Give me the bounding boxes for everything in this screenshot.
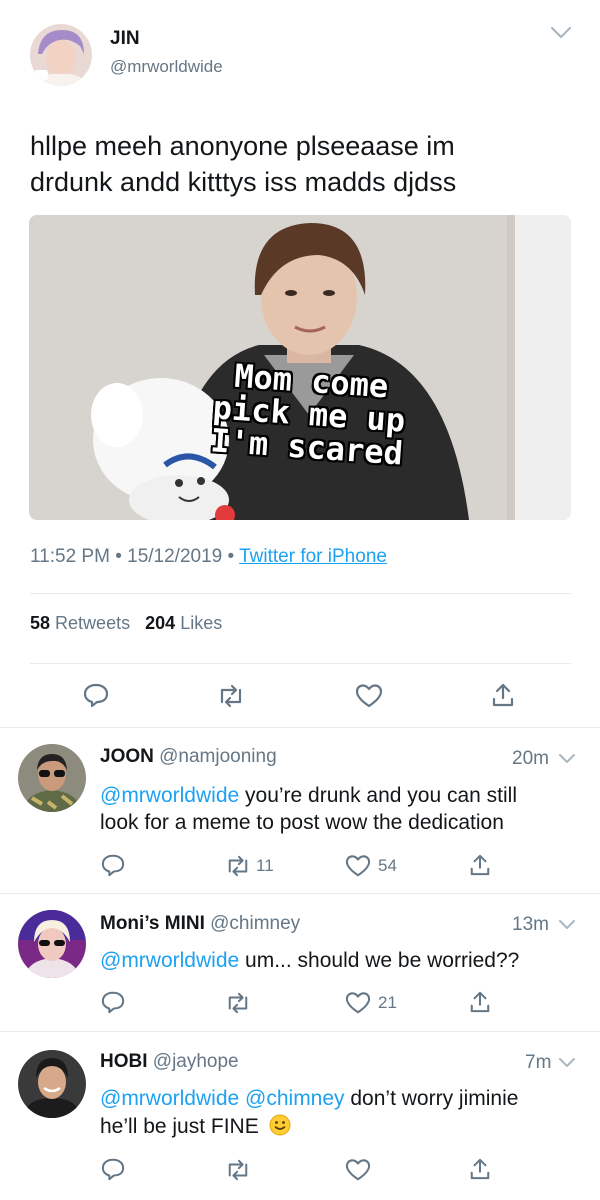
chevron-down-icon[interactable] [550, 26, 572, 40]
share-icon[interactable] [469, 990, 491, 1014]
separator-dot: • [115, 546, 122, 567]
divider [30, 663, 571, 664]
display-name[interactable]: Moni’s MINI [100, 913, 205, 934]
retweet-icon[interactable] [224, 855, 252, 877]
separator-dot: • [227, 546, 235, 567]
reply-icon[interactable] [83, 682, 109, 708]
avatar[interactable] [30, 24, 92, 86]
handle[interactable]: @jayhope [153, 1051, 239, 1072]
handle[interactable]: @mrworldwide [110, 57, 223, 77]
like-icon[interactable] [345, 1158, 371, 1182]
tweet-time: 11:52 PM [30, 546, 110, 567]
mention-link[interactable]: @mrworldwide [100, 784, 239, 807]
retweet-count: 11 [256, 856, 274, 875]
share-icon[interactable] [491, 682, 515, 708]
chevron-down-icon[interactable] [558, 919, 576, 931]
divider [0, 727, 600, 728]
share-icon[interactable] [469, 853, 491, 877]
tweet-timestamp: 11:52 PM • 15/12/2019 • Twitter for iPho… [30, 546, 387, 568]
like-icon[interactable] [345, 854, 371, 878]
reply-time: 7m [525, 1052, 552, 1073]
slightly-smiling-emoji [269, 1114, 291, 1136]
likes-count: 204 [145, 613, 176, 633]
reply-icon[interactable] [101, 990, 125, 1014]
reply-text-line: look for a meme to post wow the dedicati… [100, 811, 504, 834]
reply-icon[interactable] [101, 1157, 125, 1181]
divider [0, 1031, 600, 1032]
like-icon[interactable] [345, 991, 371, 1015]
chevron-down-icon[interactable] [558, 753, 576, 765]
reply-text-line: he’ll be just FINE [100, 1115, 259, 1138]
retweet-icon[interactable] [216, 684, 246, 708]
like-count: 21 [378, 993, 397, 1012]
reply-text: @mrworldwide um... should we be worried?… [100, 947, 519, 974]
tweet-text: hllpe meeh anonyone plseeaase im drdunk … [30, 128, 456, 200]
handle[interactable]: @namjooning [159, 746, 277, 767]
reply-text-line: don’t worry jiminie [344, 1087, 519, 1110]
like-icon[interactable] [355, 683, 383, 709]
likes-label: Likes [180, 613, 223, 633]
display-name[interactable]: JOON [100, 746, 154, 767]
reply-text: @mrworldwide @chimney don’t worry jimini… [100, 1085, 518, 1141]
avatar[interactable] [18, 744, 86, 812]
reply-header: JOON @namjooning [100, 746, 277, 768]
reply-header: HOBI @jayhope [100, 1051, 239, 1073]
reply-header: Moni’s MINI @chimney [100, 913, 300, 935]
handle[interactable]: @chimney [210, 913, 300, 934]
retweets-label: Retweets [55, 613, 131, 633]
retweets-stat[interactable]: 58 Retweets [30, 613, 135, 633]
reply-time: 20m [512, 748, 549, 769]
divider [30, 593, 571, 594]
meme-caption: Mom come pick me up I'm scared [176, 356, 442, 473]
likes-stat[interactable]: 204 Likes [145, 613, 222, 633]
tweet-source-link[interactable]: Twitter for iPhone [239, 546, 387, 567]
mention-link[interactable]: @mrworldwide [100, 949, 239, 972]
display-name[interactable]: JIN [110, 28, 140, 50]
avatar[interactable] [18, 1050, 86, 1118]
reply-text-line: you’re drunk and you can still [239, 784, 518, 807]
retweets-count: 58 [30, 613, 51, 633]
reply-text: @mrworldwide you’re drunk and you can st… [100, 782, 517, 836]
tweet-stats: 58 Retweets 204 Likes [30, 613, 222, 634]
reply-icon[interactable] [101, 853, 125, 877]
mention-link[interactable]: @mrworldwide [100, 1087, 239, 1110]
tweet-media[interactable]: Mom come pick me up I'm scared [29, 215, 571, 520]
tweet-text-line: hllpe meeh anonyone plseeaase im [30, 131, 455, 161]
reply-time: 13m [512, 914, 549, 935]
display-name[interactable]: HOBI [100, 1051, 148, 1072]
share-icon[interactable] [469, 1157, 491, 1181]
reply-text-line: um... should we be worried?? [239, 949, 520, 972]
avatar[interactable] [18, 910, 86, 978]
tweet-date: 15/12/2019 [127, 546, 223, 567]
like-count: 54 [378, 856, 397, 875]
divider [0, 893, 600, 894]
mention-link[interactable]: @chimney [245, 1087, 345, 1110]
retweet-icon[interactable] [224, 1159, 252, 1181]
tweet-text-line: drdunk andd kitttys iss madds djdss [30, 167, 457, 197]
retweet-icon[interactable] [224, 992, 252, 1014]
chevron-down-icon[interactable] [558, 1057, 576, 1069]
